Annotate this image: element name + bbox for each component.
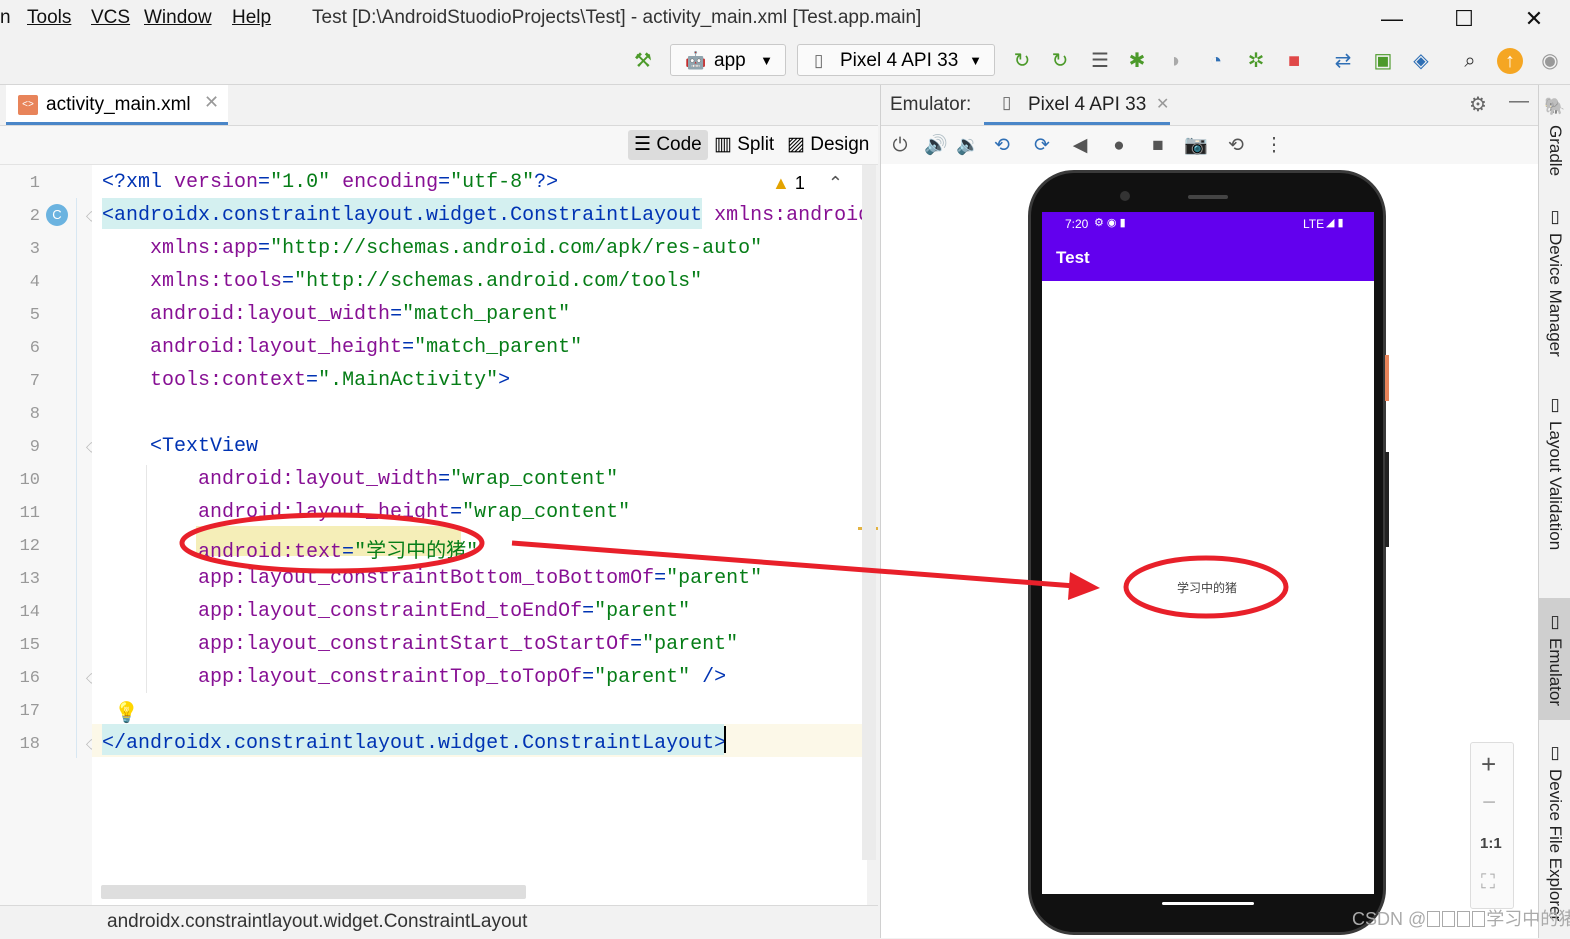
- watermark-prefix: CSDN @: [1352, 909, 1427, 929]
- annotation-ellipse-phone: [1123, 555, 1289, 619]
- missing-glyph-box: [1442, 911, 1456, 927]
- missing-glyph-box: [1427, 911, 1441, 927]
- annotation-arrow-head: [1068, 572, 1100, 600]
- watermark-suffix: 学习中的猪: [1486, 909, 1570, 929]
- watermark: CSDN @ 学习中的猪: [1352, 905, 1570, 931]
- annotation-overlay: [179, 512, 1289, 619]
- missing-glyph-box: [1457, 911, 1471, 927]
- annotation-arrow-line: [511, 540, 1076, 589]
- missing-glyph-box: [1472, 911, 1486, 927]
- annotation-ellipse-code: [179, 512, 485, 574]
